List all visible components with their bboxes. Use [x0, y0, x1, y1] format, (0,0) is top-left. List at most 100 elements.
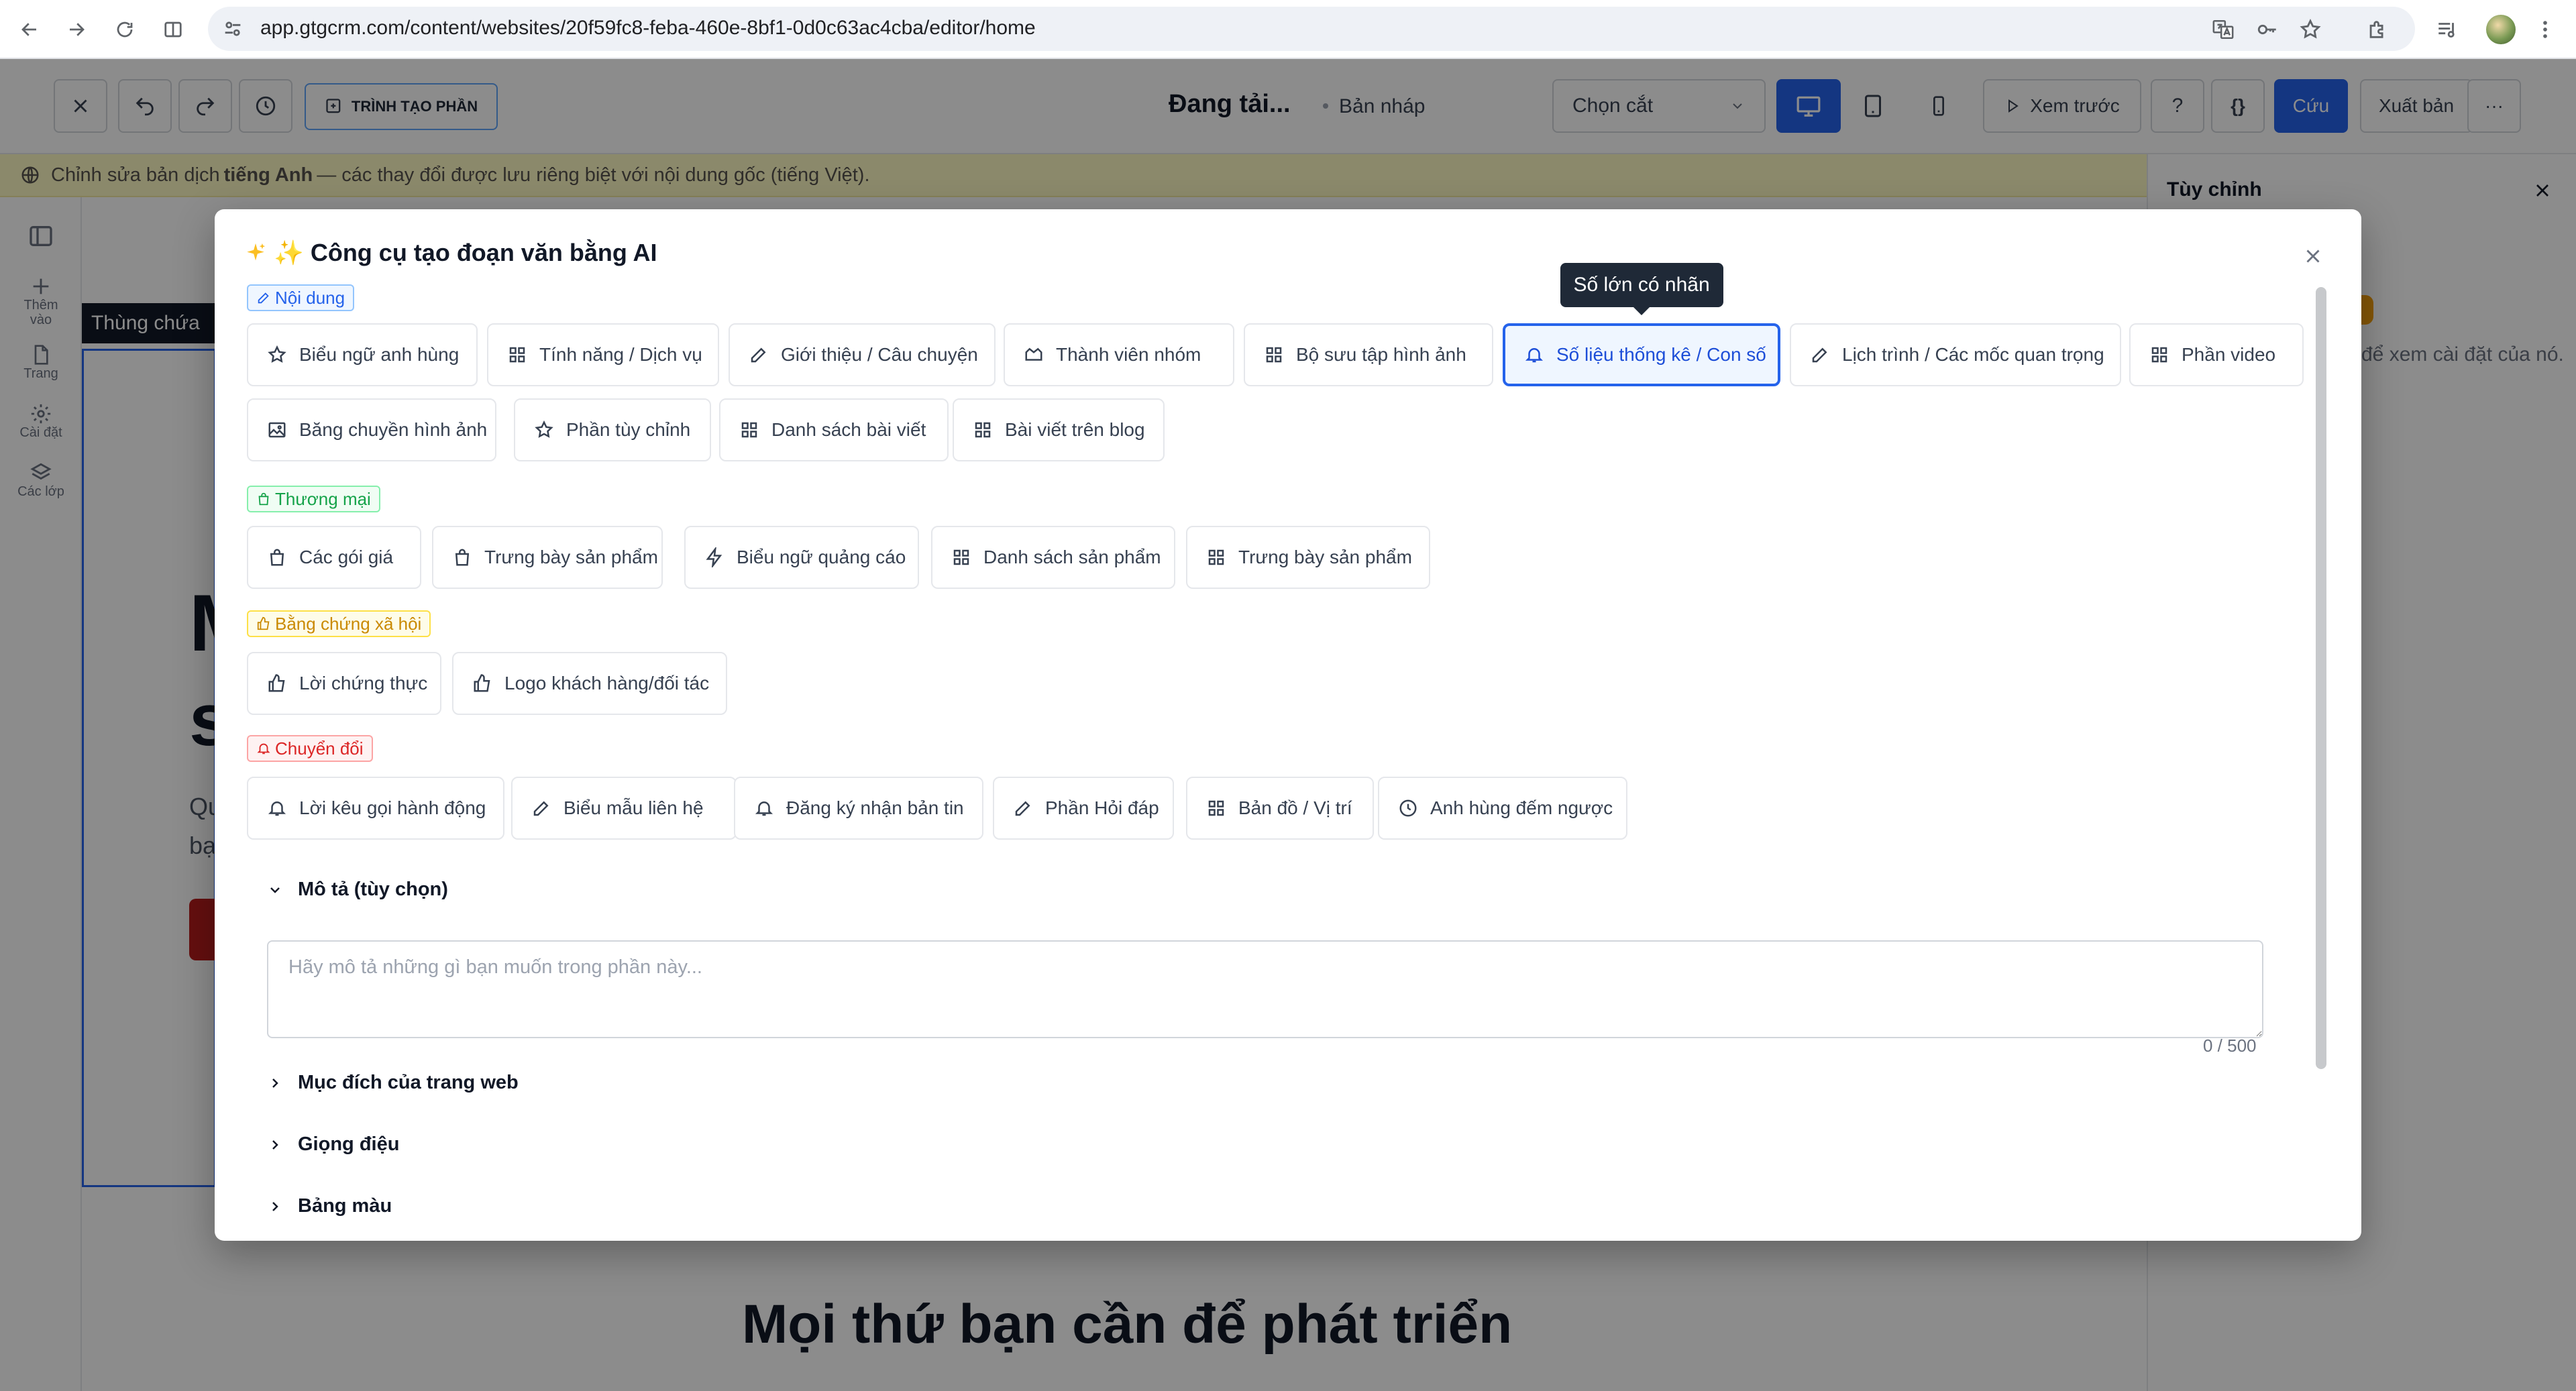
section-toggle-color-palette[interactable]: Bảng màu	[267, 1195, 392, 1217]
chip-newsletter-signup[interactable]: Đăng ký nhận bản tin	[734, 777, 983, 840]
chip-map-location[interactable]: Bản đồ / Vị trí	[1186, 777, 1374, 840]
reload-button[interactable]	[109, 13, 141, 46]
lightning-icon	[706, 547, 722, 567]
star-icon	[268, 345, 286, 363]
ai-section-generator-modal: ✨ Công cụ tạo đoạn văn bằng AI Số lớn có…	[215, 209, 2361, 1241]
chip-label: Lịch trình / Các mốc quan trọng	[1842, 344, 2104, 365]
grid-icon	[741, 422, 757, 438]
chip-blog-posts[interactable]: Bài viết trên blog	[953, 398, 1165, 461]
chip-label: Giới thiệu / Câu chuyện	[781, 344, 978, 365]
chip-about-story[interactable]: Giới thiệu / Câu chuyện	[729, 323, 996, 386]
modal-close-button[interactable]	[2297, 240, 2329, 272]
url-text[interactable]: app.gtgcrm.com/content/websites/20f59fc8…	[260, 15, 1036, 42]
section-label: Giọng điệu	[298, 1133, 400, 1155]
chip-features-services[interactable]: Tính năng / Dịch vụ	[487, 323, 719, 386]
clock-icon	[1399, 799, 1417, 817]
grid-icon	[975, 422, 991, 438]
tooltip-arrow	[1633, 307, 1650, 315]
chip-promo-banner[interactable]: Biểu ngữ quảng cáo	[684, 526, 919, 589]
chip-label: Lời chứng thực	[299, 673, 428, 693]
chip-label: Phần tùy chỉnh	[566, 419, 691, 440]
chip-contact-form[interactable]: Biểu mẫu liên hệ	[511, 777, 737, 840]
chip-pricing-plans[interactable]: Các gói giá	[247, 526, 421, 589]
shopping-bag-icon	[258, 492, 269, 506]
translate-icon[interactable]	[2207, 13, 2239, 46]
modal-scrollbar-thumb[interactable]	[2316, 287, 2326, 1069]
chip-client-logos[interactable]: Logo khách hàng/đối tác	[452, 652, 727, 715]
bookmark-star-icon[interactable]	[2294, 13, 2326, 46]
bell-icon	[257, 743, 270, 755]
chip-label: Băng chuyền hình ảnh	[299, 419, 488, 440]
thumbs-up-icon	[268, 674, 285, 692]
grid-icon	[2151, 347, 2167, 363]
category-commerce-tag: Thương mại	[247, 486, 380, 512]
bell-icon	[268, 801, 286, 816]
chip-testimonials[interactable]: Lời chứng thực	[247, 652, 441, 715]
description-label: Mô tả (tùy chọn)	[298, 879, 448, 900]
chip-image-carousel[interactable]: Băng chuyền hình ảnh	[247, 398, 496, 461]
chip-hero-banner[interactable]: Biểu ngữ anh hùng	[247, 323, 478, 386]
close-icon	[2306, 249, 2320, 263]
section-toggle-website-purpose[interactable]: Mục đích của trang web	[267, 1072, 519, 1094]
grid-icon	[953, 549, 969, 565]
section-label: Bảng màu	[298, 1195, 392, 1217]
extensions-icon[interactable]	[2361, 13, 2394, 46]
sparkles-icon	[247, 243, 266, 261]
chip-tooltip: Số lớn có nhãn	[1560, 263, 1723, 307]
chip-label: Bản đồ / Vị trí	[1238, 797, 1352, 818]
chip-video-section[interactable]: Phần video	[2129, 323, 2304, 386]
arrow-right-icon	[70, 23, 85, 36]
chip-label: Anh hùng đếm ngược	[1430, 797, 1613, 818]
section-toggle-tone[interactable]: Giọng điệu	[267, 1133, 399, 1156]
thumbs-up-icon	[257, 616, 270, 630]
chip-label: Số liệu thống kê / Con số	[1556, 344, 1766, 365]
shopping-bag-icon	[270, 549, 284, 566]
chip-label: Trưng bày sản phẩm	[484, 547, 658, 567]
split-view-button[interactable]	[157, 13, 189, 46]
key-icon[interactable]	[2251, 13, 2284, 46]
media-control-icon[interactable]	[2431, 13, 2463, 46]
chip-label: Biểu mẫu liên hệ	[564, 797, 704, 818]
chip-post-list[interactable]: Danh sách bài viết	[719, 398, 949, 461]
chip-custom-section[interactable]: Phần tùy chỉnh	[514, 398, 711, 461]
bell-icon	[755, 801, 773, 816]
pencil-icon	[1812, 347, 1827, 363]
chip-product-showcase-2[interactable]: Trưng bày sản phẩm	[1186, 526, 1430, 589]
chip-label: Phần Hỏi đáp	[1045, 797, 1159, 818]
bell-icon	[1525, 348, 1544, 363]
reload-icon	[117, 21, 133, 38]
browser-menu-icon[interactable]	[2529, 13, 2561, 46]
chevron-right-icon	[272, 1078, 278, 1088]
chip-label: Biểu ngữ quảng cáo	[737, 547, 906, 567]
site-info-icon[interactable]	[221, 17, 244, 40]
chip-statistics-numbers[interactable]: Số liệu thống kê / Con số	[1503, 323, 1780, 386]
chip-call-to-action[interactable]: Lời kêu gọi hành động	[247, 777, 504, 840]
chip-team-members[interactable]: Thành viên nhóm	[1004, 323, 1234, 386]
chevron-right-icon	[272, 1139, 278, 1150]
back-button[interactable]	[13, 13, 46, 46]
chip-label: Bộ sưu tập hình ảnh	[1296, 344, 1466, 365]
chip-label: Danh sách bài viết	[771, 419, 926, 440]
description-textarea[interactable]	[267, 940, 2263, 1038]
category-commerce-label: Thương mại	[275, 488, 371, 509]
profile-avatar[interactable]	[2486, 15, 2516, 44]
chevron-right-icon	[272, 1201, 278, 1211]
forward-button[interactable]	[60, 13, 93, 46]
chip-countdown-hero[interactable]: Anh hùng đếm ngược	[1378, 777, 1627, 840]
chip-label: Đăng ký nhận bản tin	[786, 797, 964, 818]
section-label: Mục đích của trang web	[298, 1072, 519, 1093]
chip-label: Tính năng / Dịch vụ	[539, 344, 702, 365]
chip-product-showcase[interactable]: Trưng bày sản phẩm	[432, 526, 663, 589]
description-toggle[interactable]: Mô tả (tùy chọn)	[267, 879, 448, 901]
category-conversion-tag: Chuyển đổi	[247, 735, 373, 762]
chip-image-gallery[interactable]: Bộ sưu tập hình ảnh	[1244, 323, 1493, 386]
chip-faq-section[interactable]: Phần Hỏi đáp	[993, 777, 1174, 840]
chip-timeline-milestones[interactable]: Lịch trình / Các mốc quan trọng	[1790, 323, 2121, 386]
chip-product-list[interactable]: Danh sách sản phẩm	[931, 526, 1175, 589]
chevron-down-icon	[270, 887, 280, 893]
description-counter: 0 / 500	[2203, 1036, 2257, 1056]
category-social-proof-tag: Bằng chứng xã hội	[247, 610, 431, 637]
pencil-icon	[1015, 801, 1030, 816]
split-view-icon	[164, 21, 182, 38]
team-icon	[1025, 347, 1042, 361]
